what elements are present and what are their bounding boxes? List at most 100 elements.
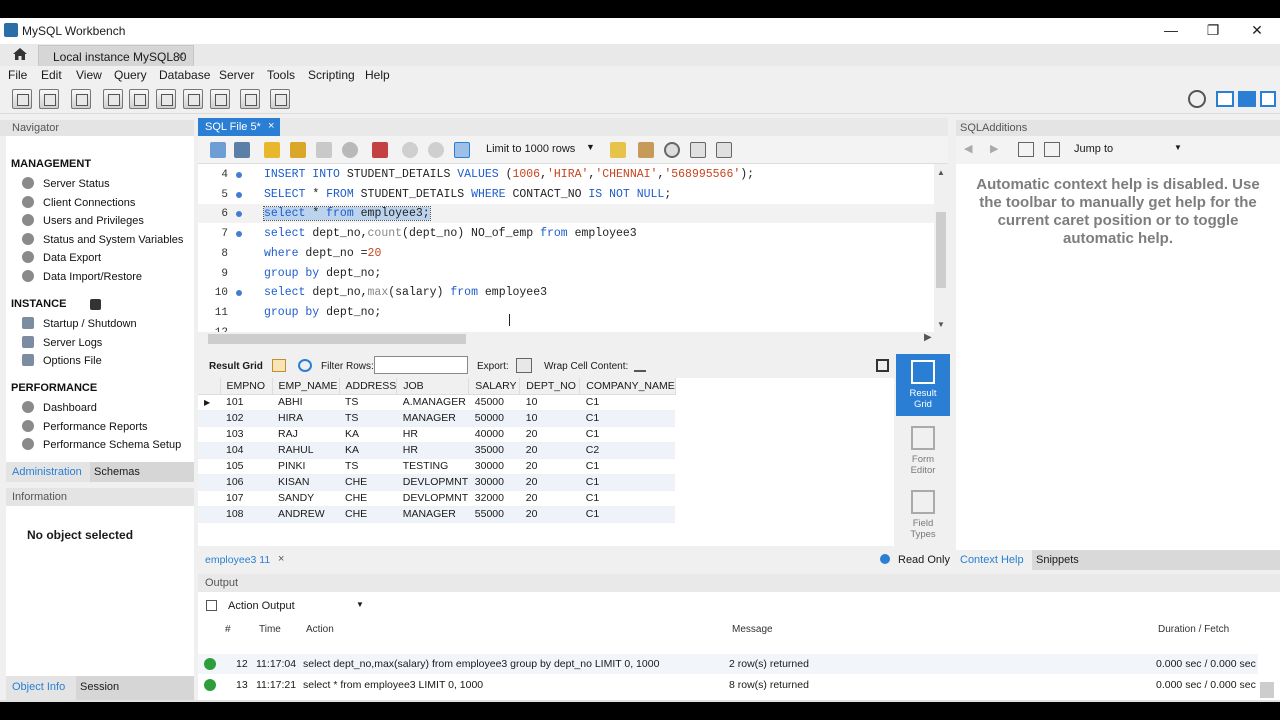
table-cell[interactable]: TS [339, 394, 397, 411]
table-row[interactable]: 102 HIRA TS MANAGER 50000 10 C1 [198, 410, 676, 427]
side-tab-form-editor[interactable]: Form Editor [896, 420, 950, 482]
stop-icon[interactable] [342, 142, 358, 158]
table-cell[interactable]: KISAN [272, 474, 339, 491]
table-cell[interactable]: C1 [579, 474, 676, 491]
table-cell[interactable]: 103 [220, 426, 272, 443]
table-cell[interactable]: DEVLOPMNT [396, 490, 469, 507]
row-selector[interactable] [198, 426, 220, 443]
row-selector[interactable] [198, 458, 220, 475]
table-cell[interactable]: ANDREW [272, 506, 339, 523]
filter-rows-input[interactable] [374, 356, 468, 374]
table-row[interactable]: 104 RAHUL KA HR 35000 20 C2 [198, 442, 676, 459]
toggle-sidebar-icon[interactable] [1216, 91, 1234, 107]
table-cell[interactable]: 20 [519, 506, 580, 523]
back-icon[interactable]: ◀ [964, 142, 972, 155]
find-icon[interactable] [664, 142, 680, 158]
search-table-data-icon[interactable] [240, 89, 260, 109]
create-procedure-icon[interactable] [183, 89, 203, 109]
minimize-button[interactable]: — [1156, 22, 1186, 40]
toggle-result-panel-icon[interactable] [876, 359, 889, 372]
wrap-cell-icon[interactable] [634, 359, 646, 372]
table-cell[interactable]: 108 [220, 506, 272, 523]
column-header-job[interactable]: JOB [396, 378, 470, 395]
add-to-snippets-icon[interactable] [610, 142, 626, 158]
table-cell[interactable]: 106 [220, 474, 272, 491]
table-cell[interactable]: RAHUL [272, 442, 339, 459]
home-icon[interactable] [12, 47, 28, 61]
table-row[interactable]: 108 ANDREW CHE MANAGER 55000 20 C1 [198, 506, 676, 523]
table-cell[interactable]: C1 [579, 426, 676, 443]
rollback-icon[interactable] [428, 142, 444, 158]
nav-item-0-0[interactable]: Server Status [22, 177, 110, 190]
table-cell[interactable]: KA [339, 426, 397, 443]
table-cell[interactable]: 20 [519, 490, 580, 507]
table-cell[interactable]: 50000 [468, 410, 520, 427]
editor-horizontal-scrollbar[interactable]: ▶ [198, 332, 948, 346]
table-cell[interactable]: HR [396, 442, 469, 459]
table-cell[interactable]: CHE [339, 490, 397, 507]
toggle-error-icon[interactable] [372, 142, 388, 158]
table-cell[interactable]: 104 [220, 442, 272, 459]
table-cell[interactable]: CHE [339, 474, 397, 491]
table-cell[interactable]: HR [396, 426, 469, 443]
result-grid[interactable]: EMPNO EMP_NAME ADDRESS JOB SALARY DEPT_NO COMP… [198, 378, 894, 546]
table-cell[interactable]: 20 [519, 442, 580, 459]
scroll-up-icon[interactable]: ▲ [937, 168, 945, 177]
close-window-button[interactable]: ✕ [1242, 22, 1272, 40]
grid-icon[interactable] [272, 359, 286, 372]
table-cell[interactable]: 10 [519, 394, 580, 411]
table-cell[interactable]: 20 [519, 474, 580, 491]
forward-icon[interactable]: ▶ [990, 142, 998, 155]
tab-schemas[interactable]: Schemas [94, 466, 140, 478]
side-tab-field-types[interactable]: Field Types [896, 484, 950, 546]
table-cell[interactable]: 55000 [468, 506, 520, 523]
nav-item-0-2[interactable]: Users and Privileges [22, 214, 144, 227]
output-scroll-thumb[interactable] [1260, 682, 1274, 698]
table-cell[interactable]: 30000 [468, 474, 520, 491]
table-cell[interactable]: C1 [579, 490, 676, 507]
scroll-right-icon[interactable]: ▶ [924, 332, 932, 343]
result-tab[interactable]: employee3 11 [205, 554, 270, 566]
menu-edit[interactable]: Edit [41, 68, 62, 82]
table-cell[interactable]: CHE [339, 506, 397, 523]
maximize-button[interactable]: ❐ [1198, 22, 1228, 40]
close-tab-icon[interactable]: × [177, 49, 184, 63]
table-row[interactable]: 103 RAJ KA HR 40000 20 C1 [198, 426, 676, 443]
menu-database[interactable]: Database [159, 68, 210, 82]
nav-item-2-0[interactable]: Dashboard [22, 401, 97, 414]
tab-session[interactable]: Session [80, 681, 119, 693]
vertical-scroll-thumb[interactable] [936, 212, 946, 288]
menu-scripting[interactable]: Scripting [308, 68, 355, 82]
manual-help-icon[interactable] [1018, 142, 1034, 157]
table-cell[interactable]: RAJ [272, 426, 339, 443]
table-cell[interactable]: 20 [519, 458, 580, 475]
row-pointer-icon[interactable]: ▶ [198, 394, 220, 411]
output-row[interactable]: 12 11:17:04 select dept_no,max(salary) fro… [198, 654, 1258, 674]
row-selector[interactable] [198, 442, 220, 459]
nav-item-0-4[interactable]: Data Export [22, 251, 101, 264]
menu-tools[interactable]: Tools [267, 68, 295, 82]
horizontal-scroll-thumb[interactable] [208, 334, 466, 344]
table-cell[interactable]: 10 [519, 410, 580, 427]
column-header-emp-name[interactable]: EMP_NAME [272, 378, 340, 395]
row-selector[interactable] [198, 474, 220, 491]
commit-icon[interactable] [402, 142, 418, 158]
tab-snippets[interactable]: Snippets [1036, 554, 1079, 566]
table-cell[interactable]: 102 [220, 410, 272, 427]
nav-item-1-1[interactable]: Server Logs [22, 335, 102, 349]
nav-item-0-1[interactable]: Client Connections [22, 195, 135, 209]
table-row[interactable]: ▶ 101 ABHI TS A.MANAGER 45000 10 C1 [198, 394, 676, 411]
table-cell[interactable]: C1 [579, 394, 676, 411]
table-cell[interactable]: 35000 [468, 442, 520, 459]
table-cell[interactable]: MANAGER [396, 506, 469, 523]
execute-current-icon[interactable] [290, 142, 306, 158]
tab-object-info[interactable]: Object Info [12, 681, 65, 693]
table-cell[interactable]: HIRA [272, 410, 339, 427]
table-cell[interactable]: 45000 [468, 394, 520, 411]
nav-item-1-2[interactable]: Options File [22, 354, 102, 367]
create-schema-icon[interactable] [103, 89, 123, 109]
menu-view[interactable]: View [76, 68, 102, 82]
jump-to-select[interactable]: Jump to [1074, 143, 1113, 155]
table-cell[interactable]: C1 [579, 506, 676, 523]
nav-item-2-1[interactable]: Performance Reports [22, 419, 148, 433]
